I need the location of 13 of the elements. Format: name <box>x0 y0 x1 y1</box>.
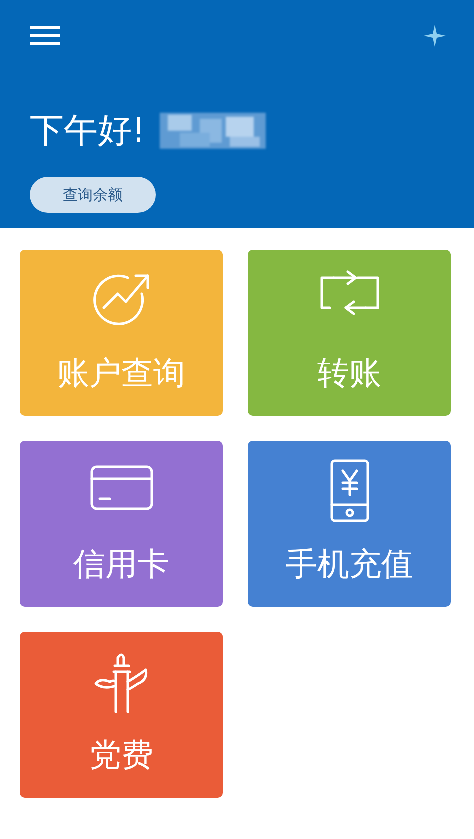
tile-label: 手机充值 <box>286 544 414 585</box>
tile-label: 转账 <box>318 353 382 394</box>
greeting-text: 下午好! <box>30 110 146 153</box>
tile-label: 信用卡 <box>74 544 170 585</box>
menu-tile[interactable]: 手机充值 <box>248 441 451 607</box>
menu-tile[interactable]: 党费 <box>20 632 223 798</box>
menu-icon[interactable] <box>30 26 60 46</box>
check-balance-button[interactable]: 查询余额 <box>30 177 156 213</box>
menu-tile[interactable]: 信用卡 <box>20 441 223 607</box>
menu-tile[interactable]: 转账 <box>248 250 451 416</box>
tile-label: 账户查询 <box>58 353 186 394</box>
sparkle-icon[interactable] <box>424 25 446 47</box>
tile-label: 党费 <box>90 735 154 776</box>
